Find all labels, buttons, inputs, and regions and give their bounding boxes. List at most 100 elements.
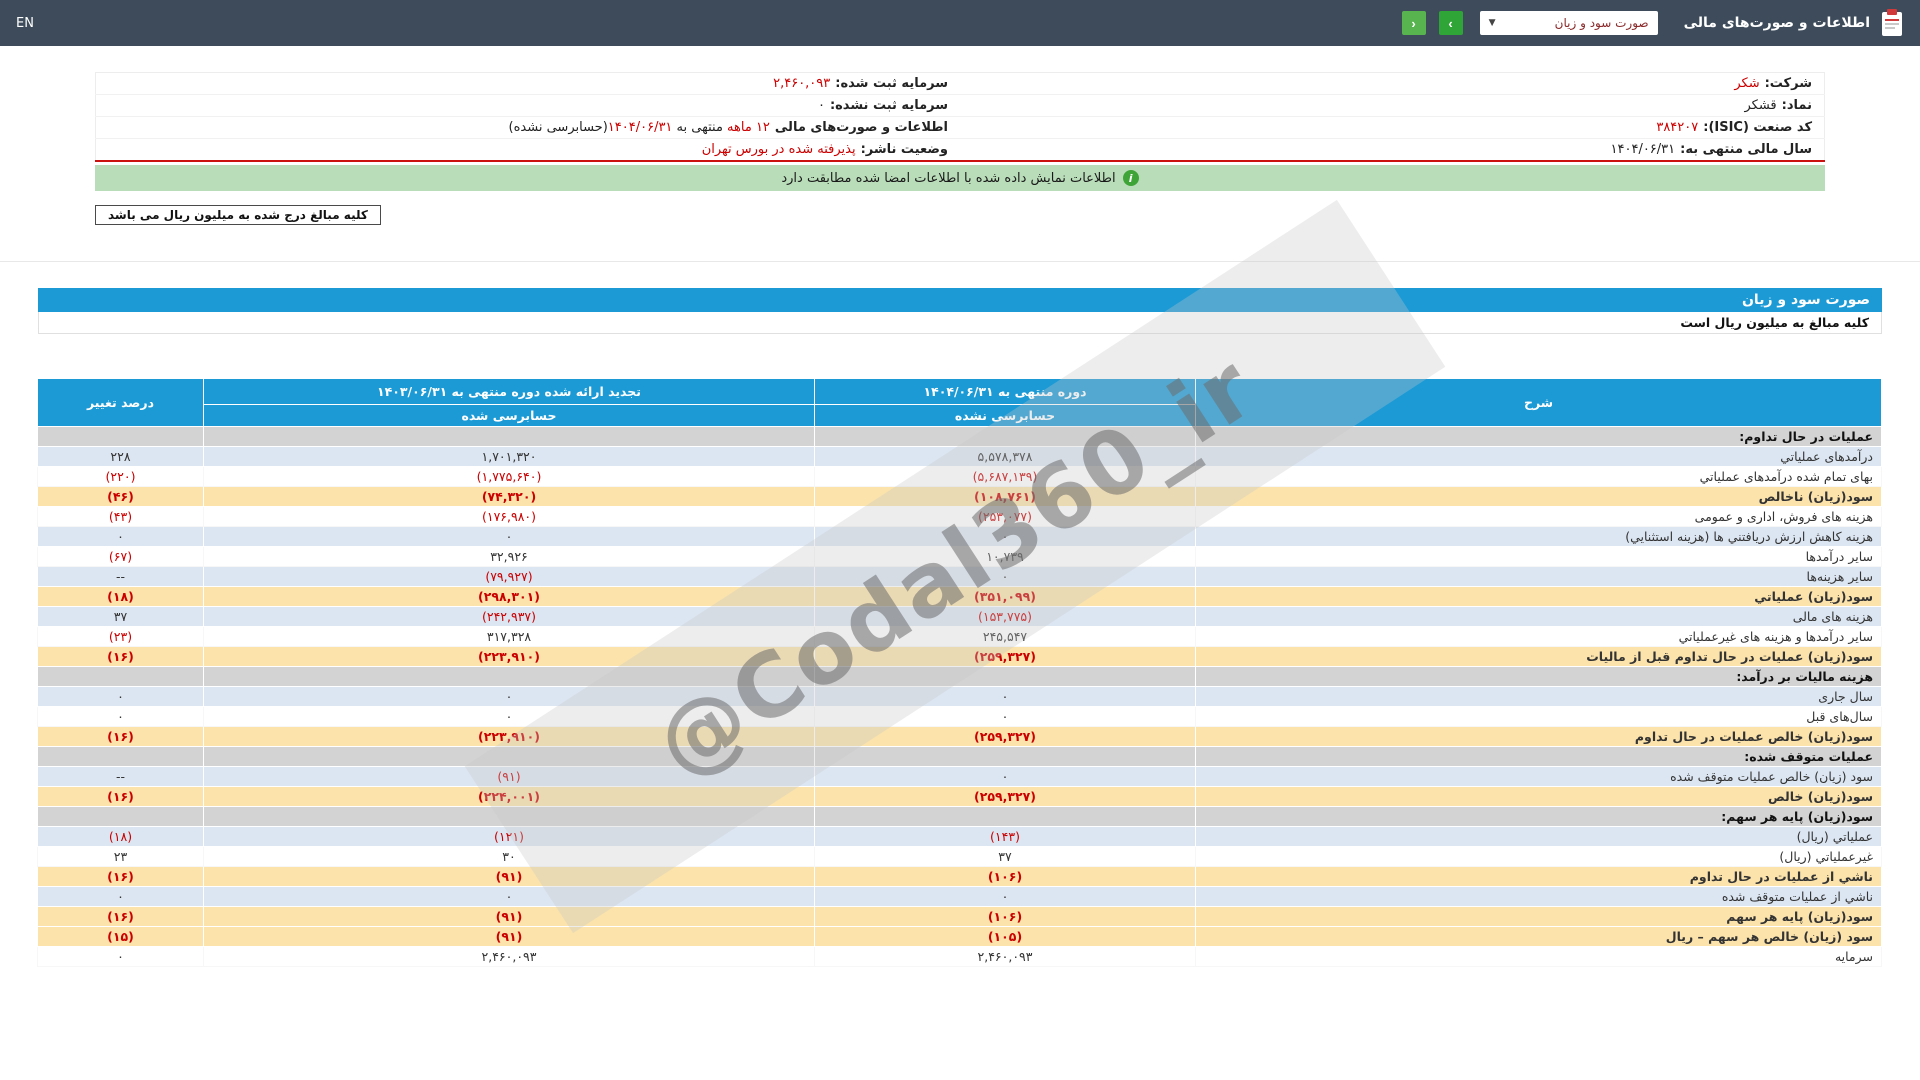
row-description: سود (زیان) خالص هر سهم – ریال — [1196, 927, 1882, 947]
row-value-current: (۱۰۶) — [815, 907, 1196, 927]
info-field-label: سرمایه ثبت نشده: — [830, 98, 948, 113]
row-description: سایر درآمدها و هزینه های غیرعملیاتي — [1196, 627, 1882, 647]
info-field-label: وضعیت ناشر: — [861, 142, 948, 157]
info-field-value: ۰ — [818, 98, 825, 113]
statement-row: سال جاری۰۰۰ — [38, 687, 1882, 707]
row-description: سود(زیان) خالص — [1196, 787, 1882, 807]
row-value-restated: (۹۱) — [204, 927, 815, 947]
company-link[interactable]: شکر — [1734, 76, 1759, 91]
row-value-change: -- — [38, 567, 204, 587]
statement-row: سود(زیان) پایه هر سهم(۱۰۶)(۹۱)(۱۶) — [38, 907, 1882, 927]
row-value-current: (۲۵۹,۳۲۷) — [815, 727, 1196, 747]
row-value-current: ۵,۵۷۸,۳۷۸ — [815, 447, 1196, 467]
row-value-current: (۵,۶۸۷,۱۳۹) — [815, 467, 1196, 487]
statement-section-row: هزینه مالیات بر درآمد: — [38, 667, 1882, 687]
row-value-restated: (۹۱) — [204, 907, 815, 927]
row-value-restated: (۹۱) — [204, 867, 815, 887]
company-info-row: نماد:قشکرسرمایه ثبت نشده:۰ — [96, 95, 1825, 117]
statement-row: ناشي از عملیات در حال تداوم(۱۰۶)(۹۱)(۱۶) — [38, 867, 1882, 887]
info-field-value: پذیرفته شده در بورس تهران — [702, 142, 856, 157]
statement-row: سایر هزینه‌ها۰(۷۹,۹۲۷)-- — [38, 567, 1882, 587]
row-description: سود(زیان) عملیات در حال تداوم قبل از مال… — [1196, 647, 1882, 667]
row-value-change — [38, 667, 204, 687]
statement-row: سال‌های قبل۰۰۰ — [38, 707, 1882, 727]
row-value-change: ۰ — [38, 687, 204, 707]
row-value-current: ۱۰,۷۳۹ — [815, 547, 1196, 567]
statement-row: هزینه کاهش ارزش دریافتني ها (هزینه استثن… — [38, 527, 1882, 547]
row-value-change: ۲۲۸ — [38, 447, 204, 467]
row-description: سال‌های قبل — [1196, 707, 1882, 727]
row-value-current: ۳۷ — [815, 847, 1196, 867]
header-divider — [0, 261, 1920, 262]
arrow-left-button[interactable]: ‹ — [1402, 11, 1426, 35]
company-info-cell: سال مالی منتهی به:۱۴۰۴/۰۶/۳۱ — [960, 139, 1825, 162]
row-description: عملیاتي (ریال) — [1196, 827, 1882, 847]
row-description: سایر درآمدها — [1196, 547, 1882, 567]
row-value-change: ۰ — [38, 887, 204, 907]
row-description: ناشي از عملیات در حال تداوم — [1196, 867, 1882, 887]
row-value-change: (۲۳) — [38, 627, 204, 647]
statement-type-dropdown[interactable]: صورت سود و زیان ▼ — [1480, 11, 1658, 35]
row-description: عملیات متوقف شده: — [1196, 747, 1882, 767]
statement-row: عملیاتي (ریال)(۱۴۳)(۱۲۱)(۱۸) — [38, 827, 1882, 847]
row-description: هزینه کاهش ارزش دریافتني ها (هزینه استثن… — [1196, 527, 1882, 547]
info-field-value: ۲,۴۶۰,۰۹۳ — [773, 76, 830, 91]
row-value-restated: (۲۲۴,۰۰۱) — [204, 787, 815, 807]
row-value-restated: (۲۹۸,۳۰۱) — [204, 587, 815, 607]
company-info-section: شرکت:شکرسرمایه ثبت شده:۲,۴۶۰,۰۹۳نماد:قشک… — [95, 72, 1825, 191]
row-value-change: ۳۷ — [38, 607, 204, 627]
statement-row: سایر درآمدها و هزینه های غیرعملیاتي۲۴۵,۵… — [38, 627, 1882, 647]
row-description: هزینه مالیات بر درآمد: — [1196, 667, 1882, 687]
arrow-right-button[interactable]: › — [1439, 11, 1463, 35]
codal-logo-icon[interactable] — [1880, 9, 1904, 37]
row-description: سود(زیان) ناخالص — [1196, 487, 1882, 507]
units-note-box: کلیه مبالغ درج شده به میلیون ریال می باش… — [95, 205, 381, 225]
top-navigation-bar: اطلاعات و صورت‌های مالی صورت سود و زیان … — [0, 0, 1920, 46]
row-value-change: (۴۳) — [38, 507, 204, 527]
row-value-change: (۴۶) — [38, 487, 204, 507]
row-value-restated: ۰ — [204, 527, 815, 547]
company-info-row: سال مالی منتهی به:۱۴۰۴/۰۶/۳۱ وضعیت ناشر: پ… — [96, 139, 1825, 162]
chevron-down-icon: ▼ — [1489, 18, 1496, 28]
row-value-restated: (۱۲۱) — [204, 827, 815, 847]
info-field-value: ۱۴۰۴/۰۶/۳۱ — [608, 120, 673, 135]
info-field-value: (حسابرسی نشده) — [509, 120, 608, 135]
statement-title-bar: صورت سود و زیان — [38, 288, 1882, 312]
row-value-current — [815, 667, 1196, 687]
row-value-current: (۱۰۸,۷۶۱) — [815, 487, 1196, 507]
row-value-current: ۲۴۵,۵۴۷ — [815, 627, 1196, 647]
row-description: سود(زیان) پایه هر سهم — [1196, 907, 1882, 927]
row-description: سرمایه — [1196, 947, 1882, 967]
statement-section-row: عملیات در حال تداوم: — [38, 427, 1882, 447]
row-value-restated: (۷۹,۹۲۷) — [204, 567, 815, 587]
statement-row: بهای تمام شده درآمدهای عملیاتي(۵,۶۸۷,۱۳۹… — [38, 467, 1882, 487]
row-description: غیرعملیاتي (ریال) — [1196, 847, 1882, 867]
col-header-current-period: دوره منتهی به ۱۴۰۴/۰۶/۳۱ — [815, 379, 1196, 405]
row-description: هزینه های مالی — [1196, 607, 1882, 627]
row-value-current: (۱۰۶) — [815, 867, 1196, 887]
statement-row: درآمدهای عملیاتي۵,۵۷۸,۳۷۸۱,۷۰۱,۳۲۰۲۲۸ — [38, 447, 1882, 467]
row-value-current: (۳۵۱,۰۹۹) — [815, 587, 1196, 607]
statement-section-row: عملیات متوقف شده: — [38, 747, 1882, 767]
statement-row: هزینه های مالی(۱۵۳,۷۷۵)(۲۴۲,۹۳۷)۳۷ — [38, 607, 1882, 627]
company-info-cell: شرکت:شکر — [960, 73, 1825, 95]
row-value-current: (۲۵۳,۰۷۷) — [815, 507, 1196, 527]
row-description: بهای تمام شده درآمدهای عملیاتي — [1196, 467, 1882, 487]
english-language-link[interactable]: EN — [16, 16, 34, 31]
row-value-current: ۰ — [815, 687, 1196, 707]
statement-row: غیرعملیاتي (ریال)۳۷۳۰۲۳ — [38, 847, 1882, 867]
row-description: سود(زیان) عملیاتي — [1196, 587, 1882, 607]
col-header-change-percent: درصد تغییر — [38, 379, 204, 427]
statement-section: صورت سود و زیان کلیه مبالغ به میلیون ریا… — [38, 288, 1882, 967]
col-header-restated-period: تجدید ارائه شده دوره منتهی به ۱۴۰۳/۰۶/۳۱ — [204, 379, 815, 405]
info-icon: i — [1123, 170, 1139, 186]
info-field-label: نماد: — [1782, 98, 1812, 113]
statement-row: سود(زیان) عملیات در حال تداوم قبل از مال… — [38, 647, 1882, 667]
row-value-restated: (۲۲۳,۹۱۰) — [204, 647, 815, 667]
row-value-restated: (۹۱) — [204, 767, 815, 787]
row-description: ناشي از عملیات متوقف شده — [1196, 887, 1882, 907]
row-description: سایر هزینه‌ها — [1196, 567, 1882, 587]
col-header-description: شرح — [1196, 379, 1882, 427]
row-value-current — [815, 427, 1196, 447]
row-value-change: (۱۶) — [38, 727, 204, 747]
